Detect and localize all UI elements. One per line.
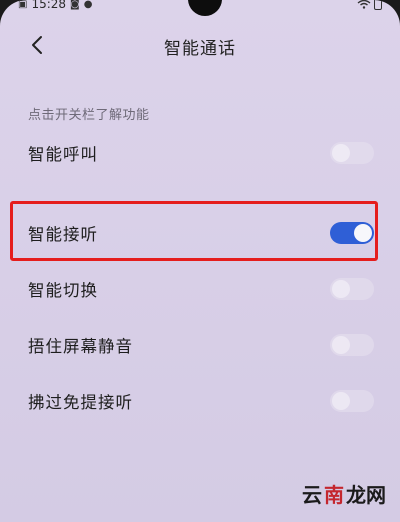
highlight-box: [10, 201, 378, 261]
toggle-knob: [332, 144, 350, 162]
message-icon: ◙: [70, 0, 80, 10]
notification-icon: ▣: [18, 0, 28, 10]
site-watermark: 云南龙网: [302, 479, 386, 508]
setting-row-wave-speaker[interactable]: 拂过免提接听: [0, 380, 400, 420]
watermark-part: 云: [302, 483, 322, 507]
setting-label: 捂住屏幕静音: [28, 337, 133, 356]
smart-call-toggle[interactable]: [330, 142, 374, 164]
status-time: 15:28: [31, 0, 67, 11]
toggle-knob: [332, 280, 350, 298]
setting-row-smart-switch[interactable]: 智能切换: [0, 268, 400, 308]
section-hint: 点击开关栏了解功能: [28, 108, 150, 123]
cover-mute-toggle[interactable]: [330, 334, 374, 356]
toggle-knob: [332, 336, 350, 354]
status-bar: ▣ 15:28 ◙ ●: [0, 0, 400, 14]
status-left: ▣ 15:28 ◙ ●: [18, 0, 92, 11]
watermark-part: 龙网: [346, 483, 386, 507]
wave-speaker-toggle[interactable]: [330, 390, 374, 412]
battery-icon: [374, 0, 382, 10]
toggle-knob: [332, 392, 350, 410]
setting-row-smart-call[interactable]: 智能呼叫: [0, 132, 400, 172]
page-title: 智能通话: [164, 39, 236, 59]
watermark-part: 南: [324, 483, 344, 507]
setting-label: 智能切换: [28, 281, 98, 300]
smart-switch-toggle[interactable]: [330, 278, 374, 300]
phone-screen: ▣ 15:28 ◙ ● 智能通话 点击开关栏了解功能 智能呼叫 智能接听 智能切…: [0, 0, 400, 522]
setting-row-cover-mute[interactable]: 捂住屏幕静音: [0, 324, 400, 364]
wifi-icon: [357, 0, 371, 9]
setting-label: 智能呼叫: [28, 145, 98, 164]
user-icon: ●: [83, 0, 93, 10]
header: 智能通话: [0, 28, 400, 62]
setting-label: 拂过免提接听: [28, 393, 133, 412]
status-right: [357, 0, 382, 10]
